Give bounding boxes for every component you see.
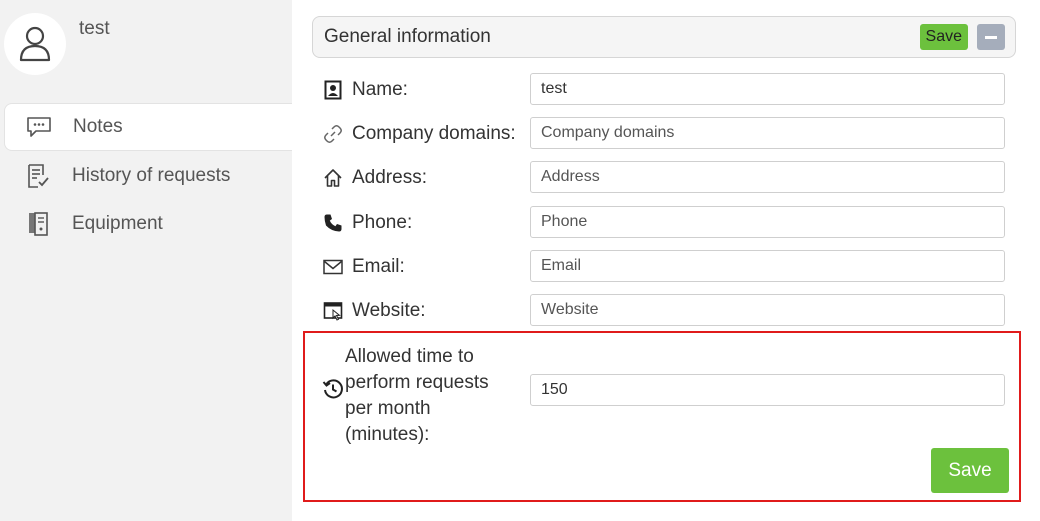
- allowed-time-label: Allowed time to perform requests per mon…: [345, 346, 489, 445]
- phone-field[interactable]: [530, 206, 1005, 238]
- website-icon: [322, 300, 344, 322]
- main-content: General information Save Name: Company d…: [292, 0, 1040, 521]
- email-label: Email:: [352, 256, 405, 277]
- user-icon: [19, 26, 51, 62]
- field-row-website: Website:: [312, 294, 1012, 328]
- sidebar-item-label: Equipment: [72, 213, 163, 234]
- envelope-icon: [322, 256, 344, 278]
- panel-title: General information: [324, 26, 491, 47]
- header-save-button[interactable]: Save: [919, 24, 968, 50]
- sidebar-item-equipment[interactable]: Equipment: [4, 200, 292, 248]
- sidebar-item-history[interactable]: History of requests: [4, 152, 292, 200]
- allowed-time-field[interactable]: [530, 374, 1005, 406]
- sidebar-item-label: History of requests: [72, 165, 231, 186]
- website-label: Website:: [352, 300, 426, 321]
- minus-icon: [985, 35, 997, 39]
- field-row-email: Email:: [312, 250, 1012, 284]
- equipment-icon: [24, 210, 52, 238]
- username: test: [79, 18, 110, 39]
- field-row-company-domains: Company domains:: [312, 117, 1012, 151]
- address-field[interactable]: [530, 161, 1005, 193]
- home-icon: [322, 167, 344, 189]
- history-icon: [24, 162, 52, 190]
- collapse-button[interactable]: [977, 24, 1005, 50]
- avatar[interactable]: [4, 13, 66, 75]
- link-icon: [322, 123, 344, 145]
- name-label: Name:: [352, 79, 408, 100]
- field-row-phone: Phone:: [312, 206, 1012, 240]
- field-row-address: Address:: [312, 161, 1012, 195]
- website-field[interactable]: [530, 294, 1005, 326]
- company-domains-label: Company domains:: [352, 123, 516, 144]
- save-button[interactable]: Save: [931, 448, 1009, 493]
- sidebar-item-notes[interactable]: Notes: [4, 103, 292, 151]
- history-clock-icon: [322, 379, 343, 399]
- address-label: Address:: [352, 167, 427, 188]
- phone-icon: [322, 212, 344, 234]
- field-row-name: Name:: [312, 73, 1012, 107]
- contact-card-icon: [322, 79, 344, 101]
- allowed-time-section: Allowed time to perform requests per mon…: [303, 331, 1021, 502]
- panel-header: General information Save: [312, 16, 1016, 58]
- phone-label: Phone:: [352, 212, 413, 233]
- company-domains-field[interactable]: [530, 117, 1005, 149]
- name-field[interactable]: [530, 73, 1005, 105]
- email-field[interactable]: [530, 250, 1005, 282]
- notes-icon: [25, 113, 53, 141]
- sidebar: test Notes History of requests Equipment: [0, 0, 292, 521]
- sidebar-item-label: Notes: [73, 116, 123, 137]
